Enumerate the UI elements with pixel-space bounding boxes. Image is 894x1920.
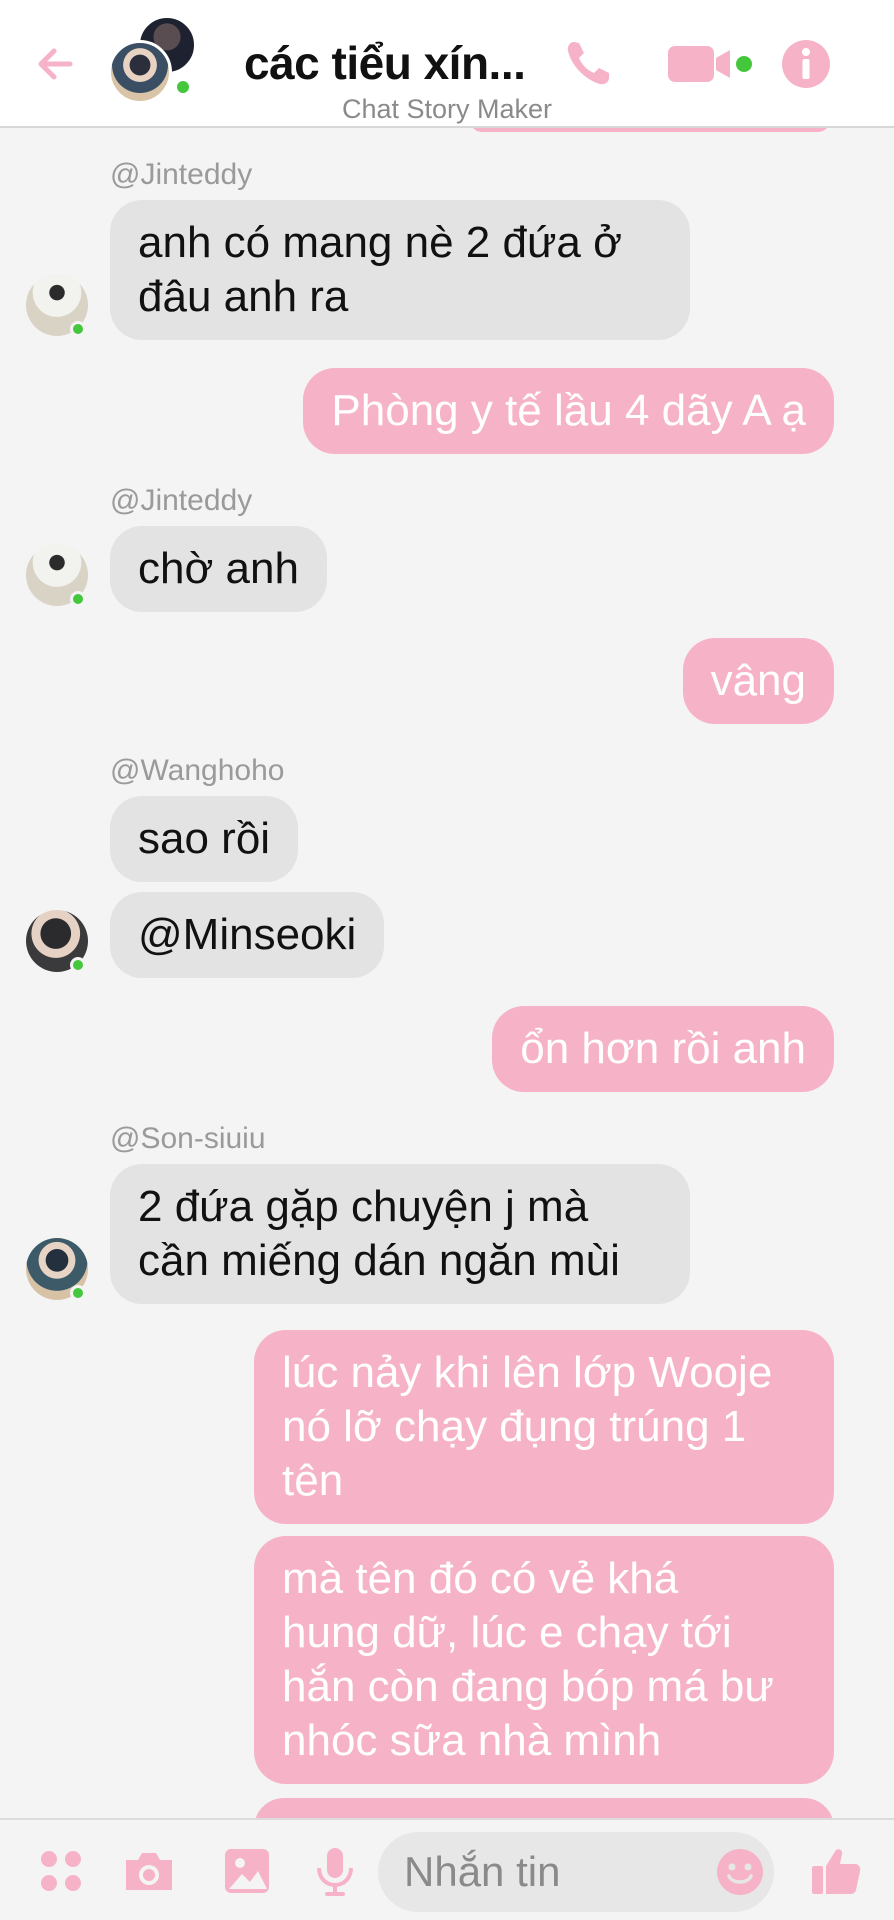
incoming-message[interactable]: sao rồi — [110, 796, 299, 882]
outgoing-message[interactable]: mà tên đó có vẻ khá hung dữ, lúc e chạy … — [254, 1536, 834, 1784]
message-input-container[interactable] — [378, 1832, 774, 1912]
incoming-message[interactable]: anh có mang nè 2 đứa ở đâu anh ra — [110, 200, 690, 340]
message-line: tên — [282, 1456, 344, 1505]
online-indicator — [70, 957, 86, 973]
message-line: cần miếng dán ngăn mùi — [138, 1236, 620, 1285]
image-icon[interactable] — [220, 1844, 274, 1898]
chat-header: các tiểu xín... Chat Story Maker — [0, 0, 894, 128]
outgoing-message[interactable]: Phòng y tế lầu 4 dãy A ạ — [303, 368, 834, 454]
sender-name: @Jinteddy — [110, 484, 253, 517]
sender-name: @Jinteddy — [110, 158, 253, 191]
message-line: đâu anh ra — [138, 272, 349, 321]
apps-icon[interactable] — [34, 1844, 88, 1898]
online-indicator — [70, 1285, 86, 1301]
back-arrow-icon[interactable] — [30, 38, 82, 90]
outgoing-message[interactable]: ổn hơn rồi anh — [492, 1006, 834, 1092]
sender-name: @Son-siuiu — [110, 1122, 266, 1155]
outgoing-bubble-partial — [470, 128, 830, 132]
emoji-icon[interactable] — [714, 1846, 766, 1898]
chat-title[interactable]: các tiểu xín... — [244, 36, 526, 90]
thumbs-up-icon[interactable] — [808, 1844, 864, 1898]
message-line: hung dữ, lúc e chạy tới — [282, 1608, 732, 1657]
sender-name: @Wanghoho — [110, 754, 285, 787]
group-avatar[interactable] — [108, 16, 198, 106]
outgoing-bubble-partial — [254, 1798, 834, 1818]
message-line: anh có mang nè 2 đứa ở — [138, 218, 622, 267]
message-line: mà tên đó có vẻ khá — [282, 1554, 679, 1603]
outgoing-message[interactable]: vâng — [682, 638, 834, 724]
composer-bar — [0, 1818, 894, 1920]
video-camera-icon[interactable] — [664, 32, 756, 96]
incoming-message[interactable]: 2 đứa gặp chuyện j mà cần miếng dán ngăn… — [110, 1164, 690, 1304]
message-line: lúc nảy khi lên lớp Wooje — [282, 1348, 773, 1397]
incoming-message[interactable]: @Minseoki — [110, 892, 385, 978]
chat-subtitle: Chat Story Maker — [0, 94, 894, 125]
message-line: 2 đứa gặp chuyện j mà — [138, 1182, 589, 1231]
microphone-icon[interactable] — [308, 1844, 362, 1898]
online-indicator — [70, 591, 86, 607]
message-input[interactable] — [404, 1842, 704, 1902]
incoming-message[interactable]: chờ anh — [110, 526, 327, 612]
message-line: nó lỡ chạy đụng trúng 1 — [282, 1402, 747, 1451]
message-line: nhóc sữa nhà mình — [282, 1716, 662, 1765]
phone-icon[interactable] — [556, 32, 620, 96]
message-line: hắn còn đang bóp má bư — [282, 1662, 774, 1711]
message-list[interactable]: @Jinteddy anh có mang nè 2 đứa ở đâu anh… — [0, 128, 894, 1818]
outgoing-message[interactable]: lúc nảy khi lên lớp Wooje nó lỡ chạy đụn… — [254, 1330, 834, 1524]
online-indicator — [70, 321, 86, 337]
subtitle-text: Chat Story Maker — [341, 94, 553, 124]
info-icon[interactable] — [774, 32, 838, 96]
camera-icon[interactable] — [120, 1844, 178, 1898]
